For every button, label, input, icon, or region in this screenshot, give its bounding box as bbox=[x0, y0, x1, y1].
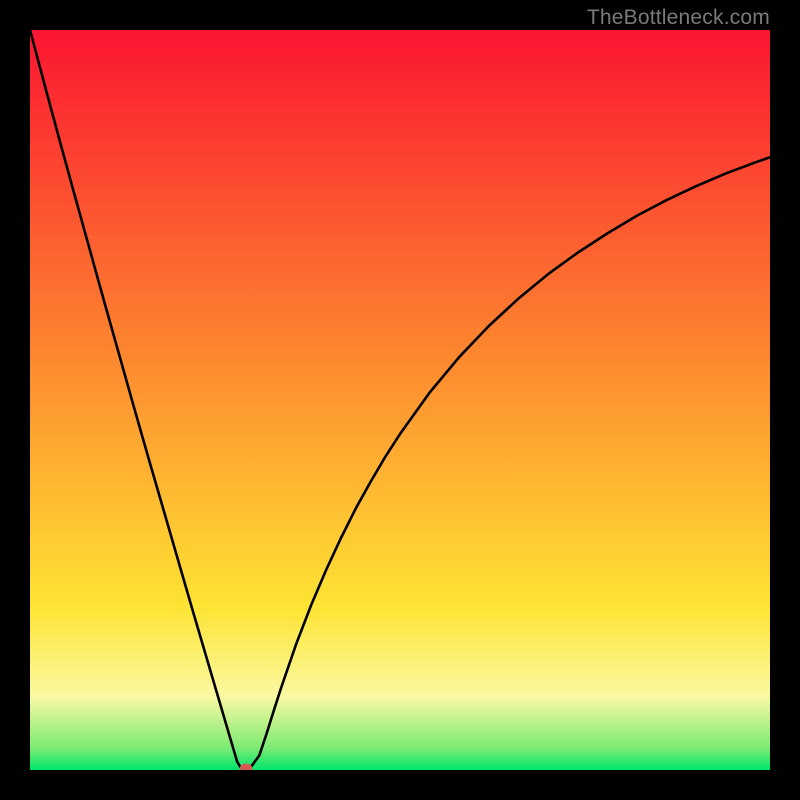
chart-frame: TheBottleneck.com bbox=[0, 0, 800, 800]
plot-area bbox=[30, 30, 770, 770]
optimal-point-marker bbox=[240, 763, 253, 770]
watermark-text: TheBottleneck.com bbox=[587, 6, 770, 30]
bottleneck-curve bbox=[30, 30, 770, 770]
